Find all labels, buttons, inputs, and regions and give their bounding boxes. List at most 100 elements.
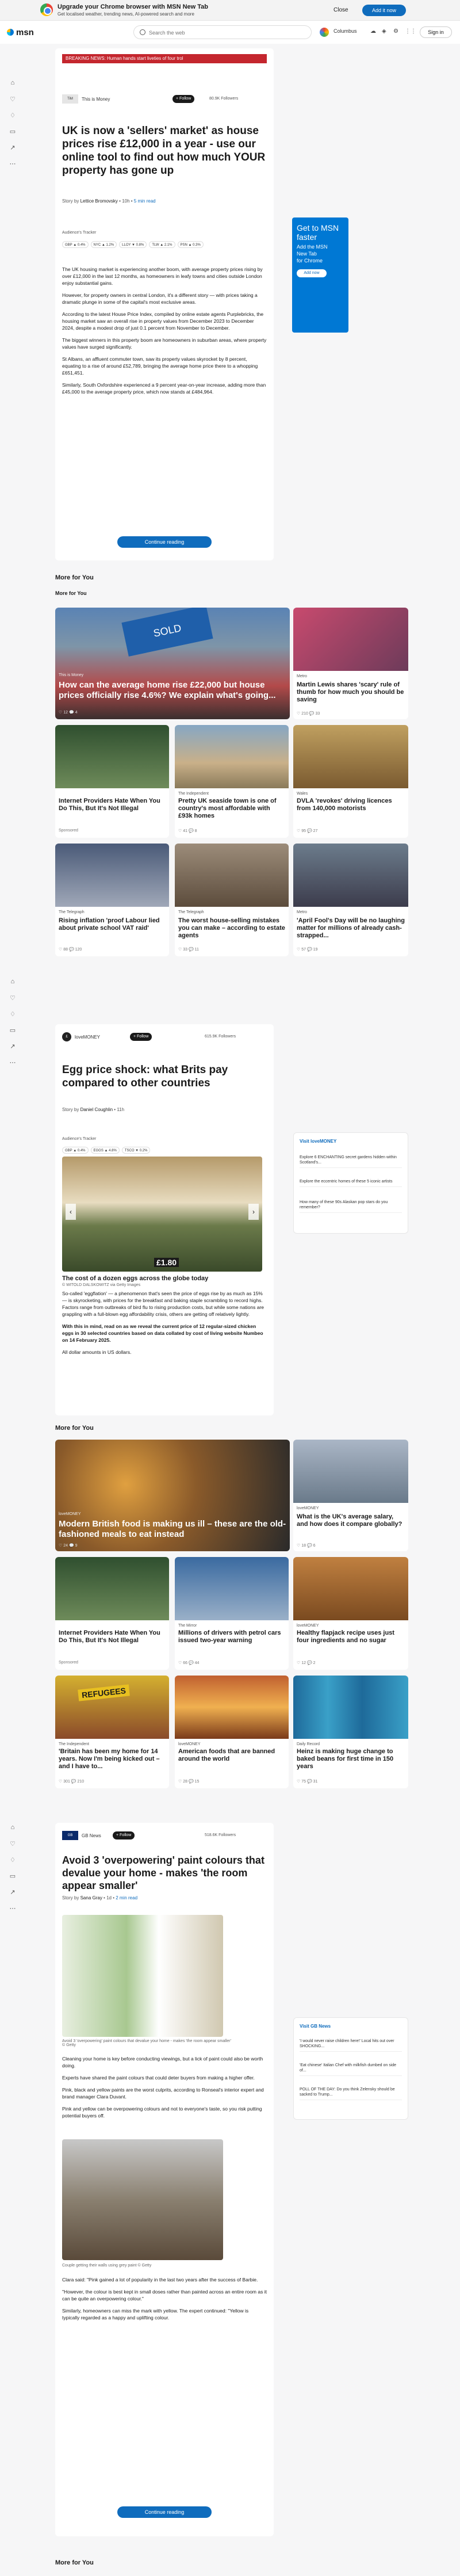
feed-reactions[interactable]: ♡ 301 💬 210 xyxy=(59,1779,84,1784)
feed-card[interactable]: The Independent Pretty UK seaside town i… xyxy=(175,725,289,838)
feed-reactions[interactable]: ♡ 24 💬 9 xyxy=(59,1543,78,1548)
apps-icon[interactable]: ⋮⋮ xyxy=(405,28,416,35)
like-icon[interactable]: ♡ xyxy=(8,1840,17,1848)
like-icon[interactable]: ♡ xyxy=(8,96,17,104)
feed-card[interactable]: loveMONEY Modern British food is making … xyxy=(55,1440,290,1551)
feed-card[interactable]: Metro Martin Lewis shares 'scary' rule o… xyxy=(293,608,408,719)
home-icon[interactable]: ⌂ xyxy=(8,79,17,87)
share-icon[interactable]: ↗ xyxy=(8,144,17,152)
feed-card[interactable]: loveMONEY Healthy flapjack recipe uses j… xyxy=(293,1557,408,1670)
visit-publisher-link[interactable]: Visit GB News xyxy=(300,2024,331,2029)
feed-reactions[interactable]: ♡ 33 💬 11 xyxy=(178,947,199,952)
ticker-chip[interactable]: TLW ▲ 2.1% xyxy=(149,241,175,248)
ad-add-button[interactable]: Add now xyxy=(297,269,327,277)
publisher-logo[interactable]: £ xyxy=(62,1032,71,1041)
feed-card[interactable]: loveMONEY What is the UK's average salar… xyxy=(293,1440,408,1551)
feed-card[interactable]: The Mirror Millions of drivers with petr… xyxy=(175,1557,289,1670)
rewards-icon[interactable]: ◈ xyxy=(382,28,386,35)
follow-button[interactable]: + Follow xyxy=(130,1033,152,1041)
comment-icon[interactable]: ▭ xyxy=(8,1026,17,1035)
comment-icon[interactable]: ▭ xyxy=(8,1872,17,1880)
panel-item[interactable]: How many of these 90s Alaskan pop stars … xyxy=(300,1200,402,1213)
share-icon[interactable]: ↗ xyxy=(8,1888,17,1896)
publisher-logo[interactable]: GB xyxy=(62,1831,78,1840)
search-input[interactable] xyxy=(149,28,304,37)
feed-reactions[interactable]: ♡ 88 💬 120 xyxy=(59,947,82,952)
dislike-icon[interactable]: ♢ xyxy=(8,112,17,120)
follow-button[interactable]: + Follow xyxy=(172,95,195,103)
feed-card[interactable]: The Telegraph The worst house-selling mi… xyxy=(175,844,289,956)
weather-icon[interactable]: ☁ xyxy=(370,28,376,35)
article-image[interactable] xyxy=(62,2139,223,2260)
feed-reactions[interactable]: ♡ 12 💬 2 xyxy=(297,1661,316,1665)
publisher-name[interactable]: This is Money xyxy=(82,97,110,102)
dislike-icon[interactable]: ♢ xyxy=(8,1856,17,1864)
ticker-chip[interactable]: LLOY ▼ 0.8% xyxy=(119,241,147,248)
ticker-chip[interactable]: TSCO ▼ 0.2% xyxy=(121,1147,151,1154)
msn-logo[interactable]: msn xyxy=(7,28,41,38)
visit-publisher-link[interactable]: Visit loveMONEY xyxy=(300,1139,336,1144)
feed-reactions[interactable]: ♡ 18 💬 6 xyxy=(297,1543,316,1548)
publisher-logo[interactable]: TiM xyxy=(62,94,78,104)
author-link[interactable]: Lettice Bromovsky xyxy=(80,199,118,204)
ticker-chip[interactable]: GBP ▲ 0.4% xyxy=(62,241,89,248)
promo-add-button[interactable]: Add it now xyxy=(362,5,406,16)
publisher-name[interactable]: GB News xyxy=(82,1833,101,1838)
ticker-chip[interactable]: NYC ▲ 1.2% xyxy=(90,241,117,248)
feed-reactions[interactable]: Sponsored xyxy=(59,1661,78,1665)
feed-reactions[interactable]: ♡ 75 💬 31 xyxy=(297,1779,317,1784)
gallery-prev-icon[interactable]: ‹ xyxy=(66,1204,76,1220)
more-icon[interactable]: ⋯ xyxy=(8,1059,17,1067)
promo-close-button[interactable]: Close xyxy=(334,7,348,13)
feed-reactions[interactable]: ♡ 57 💬 19 xyxy=(297,947,317,952)
dislike-icon[interactable]: ♢ xyxy=(8,1010,17,1018)
panel-item[interactable]: Explore the eccentric homes of these 5 i… xyxy=(300,1179,402,1187)
msn-chrome-ad[interactable]: Get to MSN faster Add the MSN New Tab fo… xyxy=(292,217,348,333)
article-image[interactable] xyxy=(62,1915,223,2037)
publisher-name[interactable]: loveMONEY xyxy=(75,1035,100,1040)
feed-reactions[interactable]: ♡ 95 💬 27 xyxy=(297,829,317,833)
share-icon[interactable]: ↗ xyxy=(8,1043,17,1051)
ticker-chip[interactable]: PSN ▲ 0.3% xyxy=(177,241,204,248)
feed-card[interactable]: Metro 'April Fool's Day will be no laugh… xyxy=(293,844,408,956)
ticker-chip[interactable]: GBP ▲ 0.4% xyxy=(62,1147,89,1154)
breaking-news-bar[interactable]: BREAKING NEWS: Human hands start livetie… xyxy=(62,54,267,63)
feed-reactions[interactable]: Sponsored xyxy=(59,829,78,833)
search-box[interactable] xyxy=(133,25,312,39)
continue-reading-button[interactable]: Continue reading xyxy=(117,2506,212,2518)
feed-card[interactable]: Internet Providers Hate When You Do This… xyxy=(55,1557,169,1670)
more-icon[interactable]: ⋯ xyxy=(8,160,17,168)
more-icon[interactable]: ⋯ xyxy=(8,1905,17,1913)
feed-reactions[interactable]: ♡ 210 💬 33 xyxy=(297,711,320,716)
feed-card[interactable]: SOLD This is Money How can the average h… xyxy=(55,608,290,719)
feed-card[interactable]: Wales DVLA 'revokes' driving licences fr… xyxy=(293,725,408,838)
panel-item[interactable]: 'I would never raise children here!' Loc… xyxy=(300,2039,402,2052)
home-icon[interactable]: ⌂ xyxy=(8,978,17,986)
bing-icon[interactable] xyxy=(320,28,329,37)
feed-card[interactable]: The Telegraph Rising inflation 'proof La… xyxy=(55,844,169,956)
ticker-chip[interactable]: EGGS ▲ 4.8% xyxy=(90,1147,120,1154)
feed-card[interactable]: REFUGEES The Independent 'Britain has be… xyxy=(55,1676,169,1788)
panel-item[interactable]: Explore 6 ENCHANTING secret gardens hidd… xyxy=(300,1155,402,1168)
feed-card[interactable]: loveMONEY American foods that are banned… xyxy=(175,1676,289,1788)
like-icon[interactable]: ♡ xyxy=(8,994,17,1002)
author-link[interactable]: Sana Gray xyxy=(80,1895,102,1900)
settings-icon[interactable]: ⚙ xyxy=(393,28,398,35)
comment-icon[interactable]: ▭ xyxy=(8,128,17,136)
feed-reactions[interactable]: ♡ 41 💬 8 xyxy=(178,829,197,833)
feed-reactions[interactable]: ♡ 28 💬 15 xyxy=(178,1779,199,1784)
continue-reading-button[interactable]: Continue reading xyxy=(117,536,212,548)
feed-reactions[interactable]: ♡ 12 💬 4 xyxy=(59,710,78,715)
author-link[interactable]: Daniel Coughlin xyxy=(80,1107,113,1112)
gallery-next-icon[interactable]: › xyxy=(248,1204,259,1220)
panel-item[interactable]: 'Eat chinese' Italian Chef with milkfish… xyxy=(300,2063,402,2076)
feed-reactions[interactable]: ♡ 66 💬 44 xyxy=(178,1661,199,1665)
panel-item[interactable]: POLL OF THE DAY: Do you think Zelensky s… xyxy=(300,2087,402,2100)
photo-gallery[interactable]: ‹ › £1.80 xyxy=(62,1157,262,1272)
feed-card[interactable]: Internet Providers Hate When You Do This… xyxy=(55,725,169,838)
feed-card[interactable]: Daily Record Heinz is making huge change… xyxy=(293,1676,408,1788)
signin-button[interactable]: Sign in xyxy=(420,26,452,38)
home-icon[interactable]: ⌂ xyxy=(8,1824,17,1832)
weather-location[interactable]: Columbus xyxy=(334,28,357,34)
follow-button[interactable]: + Follow xyxy=(113,1831,135,1840)
